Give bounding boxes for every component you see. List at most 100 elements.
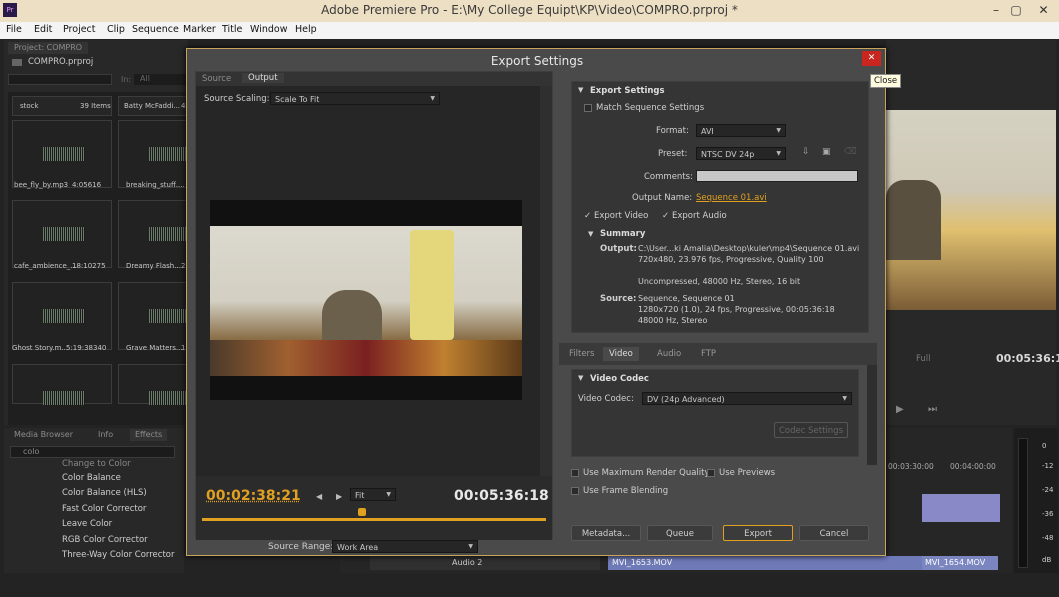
playhead-marker[interactable] bbox=[358, 508, 366, 516]
tab-video[interactable]: Video bbox=[603, 347, 639, 361]
effect-item[interactable]: Color Balance bbox=[62, 473, 121, 483]
meter-label: 0 bbox=[1042, 442, 1047, 450]
source-range-label: Source Range: bbox=[268, 542, 334, 552]
tab-media-browser[interactable]: Media Browser bbox=[14, 430, 73, 439]
tab-source[interactable]: Source bbox=[202, 74, 231, 84]
zoom-fit-dropdown[interactable]: Fit bbox=[350, 488, 396, 501]
delete-preset-icon[interactable]: ⌫ bbox=[844, 147, 857, 157]
meter-label: -24 bbox=[1042, 486, 1054, 494]
bin-row-3-info2: 2 bbox=[181, 262, 186, 270]
preview-video-frame bbox=[210, 200, 522, 400]
menu-bar: File Edit Project Clip Sequence Marker T… bbox=[0, 22, 1059, 39]
use-previews-checkbox[interactable] bbox=[707, 469, 715, 477]
minimize-button[interactable]: – bbox=[988, 3, 1004, 17]
effects-search-input[interactable]: colo bbox=[10, 446, 175, 458]
max-render-quality-label: Use Maximum Render Quality bbox=[583, 468, 710, 478]
audio-track-header bbox=[370, 556, 600, 570]
format-label: Format: bbox=[656, 126, 689, 136]
effect-item[interactable]: Leave Color bbox=[62, 519, 112, 529]
effect-item[interactable]: RGB Color Corrector bbox=[62, 535, 148, 545]
tab-filters[interactable]: Filters bbox=[563, 347, 600, 361]
tab-info[interactable]: Info bbox=[98, 430, 113, 439]
codec-settings-button[interactable]: Codec Settings bbox=[774, 422, 848, 438]
video-codec-triangle-icon[interactable]: ▼ bbox=[578, 374, 583, 382]
meter-label: -48 bbox=[1042, 534, 1054, 542]
meter-label: -36 bbox=[1042, 510, 1054, 518]
bin-row-1-name: stock bbox=[20, 102, 39, 110]
queue-button[interactable]: Queue bbox=[647, 525, 713, 541]
source-range-dropdown[interactable]: Work Area bbox=[332, 540, 478, 553]
audio-clip-2-label: MVI_1654.MOV bbox=[925, 558, 986, 567]
effect-item[interactable]: Three-Way Color Corrector bbox=[62, 550, 174, 560]
project-tab[interactable]: Project: COMPRO bbox=[8, 42, 89, 54]
summary-heading: Summary bbox=[600, 229, 646, 239]
step-forward-button[interactable]: ⏭ bbox=[928, 404, 937, 415]
bin-row-1-info2: 4 bbox=[181, 102, 186, 110]
menu-sequence[interactable]: Sequence bbox=[132, 24, 179, 35]
comments-input[interactable] bbox=[696, 170, 858, 182]
tab-effects[interactable]: Effects bbox=[130, 429, 168, 441]
bin-row-1-info: 39 Items bbox=[80, 102, 111, 110]
export-settings-section: Export Settings ▼ Match Sequence Setting… bbox=[571, 81, 869, 333]
video-codec-heading: Video Codec bbox=[590, 374, 649, 384]
output-name-link[interactable]: Sequence 01.avi bbox=[696, 193, 767, 203]
tab-output[interactable]: Output bbox=[242, 73, 284, 83]
export-audio-checkbox[interactable]: ✓ bbox=[662, 211, 669, 221]
source-scaling-dropdown[interactable]: Scale To Fit bbox=[270, 92, 440, 105]
video-codec-dropdown[interactable]: DV (24p Advanced) bbox=[642, 392, 852, 405]
cancel-button[interactable]: Cancel bbox=[799, 525, 869, 541]
save-preset-icon[interactable]: ⇩ bbox=[802, 147, 810, 157]
max-render-quality-checkbox[interactable] bbox=[571, 469, 579, 477]
step-back-icon[interactable]: ◀ bbox=[316, 492, 322, 501]
project-search-input[interactable] bbox=[8, 74, 112, 85]
tab-audio[interactable]: Audio bbox=[651, 347, 687, 361]
window-close-button[interactable]: ✕ bbox=[1028, 0, 1059, 20]
menu-title[interactable]: Title bbox=[222, 24, 242, 35]
export-video-checkbox[interactable]: ✓ bbox=[584, 211, 591, 221]
current-timecode[interactable]: 00:02:38:21 bbox=[206, 488, 301, 504]
preset-dropdown[interactable]: NTSC DV 24p bbox=[696, 147, 786, 160]
thumb-ghost-story[interactable] bbox=[12, 282, 112, 350]
export-settings-heading[interactable]: Export Settings bbox=[590, 86, 665, 96]
menu-edit[interactable]: Edit bbox=[34, 24, 52, 35]
collapse-triangle-icon[interactable]: ▼ bbox=[578, 86, 583, 94]
summary-triangle-icon[interactable]: ▼ bbox=[588, 230, 593, 238]
maximize-button[interactable]: ▢ bbox=[1008, 3, 1024, 17]
work-area-bar[interactable] bbox=[202, 518, 546, 521]
in-dropdown[interactable]: All bbox=[134, 74, 188, 85]
menu-marker[interactable]: Marker bbox=[183, 24, 216, 35]
menu-file[interactable]: File bbox=[6, 24, 22, 35]
metadata-button[interactable]: Metadata... bbox=[571, 525, 641, 541]
menu-clip[interactable]: Clip bbox=[107, 24, 125, 35]
play-button[interactable]: ▶ bbox=[896, 404, 904, 415]
export-button[interactable]: Export bbox=[723, 525, 793, 541]
effect-item[interactable]: Change to Color bbox=[62, 459, 131, 469]
thumb-cafe-ambience[interactable] bbox=[12, 200, 112, 268]
dialog-close-button[interactable]: ✕ bbox=[862, 51, 881, 66]
menu-help[interactable]: Help bbox=[295, 24, 317, 35]
menu-project[interactable]: Project bbox=[63, 24, 96, 35]
export-settings-dialog: Export Settings ✕ Source Output Source S… bbox=[186, 48, 886, 556]
summary-output-line: Uncompressed, 48000 Hz, Stereo, 16 bit bbox=[638, 277, 801, 286]
settings-scrollbar[interactable] bbox=[867, 365, 877, 465]
thumb-next-1[interactable] bbox=[12, 364, 112, 405]
audio-clip-1-label: MVI_1653.MOV bbox=[612, 558, 673, 567]
effect-item[interactable]: Fast Color Corrector bbox=[62, 504, 146, 514]
step-forward-icon[interactable]: ▶ bbox=[336, 492, 342, 501]
thumb-bee-fly[interactable] bbox=[12, 120, 112, 188]
format-dropdown[interactable]: AVI bbox=[696, 124, 786, 137]
tab-ftp[interactable]: FTP bbox=[695, 347, 722, 361]
project-panel: Project: COMPRO COMPRO.prproj In: All st… bbox=[4, 40, 218, 425]
menu-window[interactable]: Window bbox=[250, 24, 287, 35]
match-sequence-checkbox[interactable] bbox=[584, 104, 592, 112]
preview-scrollbar[interactable] bbox=[540, 86, 552, 476]
fit-dropdown[interactable]: Full bbox=[916, 354, 931, 364]
meter-bar bbox=[1018, 438, 1028, 568]
frame-blending-checkbox[interactable] bbox=[571, 487, 579, 495]
import-preset-icon[interactable]: ▣ bbox=[822, 147, 831, 157]
timeline-video-clip[interactable] bbox=[922, 494, 1000, 522]
bin-row-4-name: Ghost Story.m... bbox=[12, 344, 68, 352]
timeline-time-2: 00:04:00:00 bbox=[950, 462, 996, 471]
export-audio-label: Export Audio bbox=[672, 211, 727, 221]
effect-item[interactable]: Color Balance (HLS) bbox=[62, 488, 147, 498]
